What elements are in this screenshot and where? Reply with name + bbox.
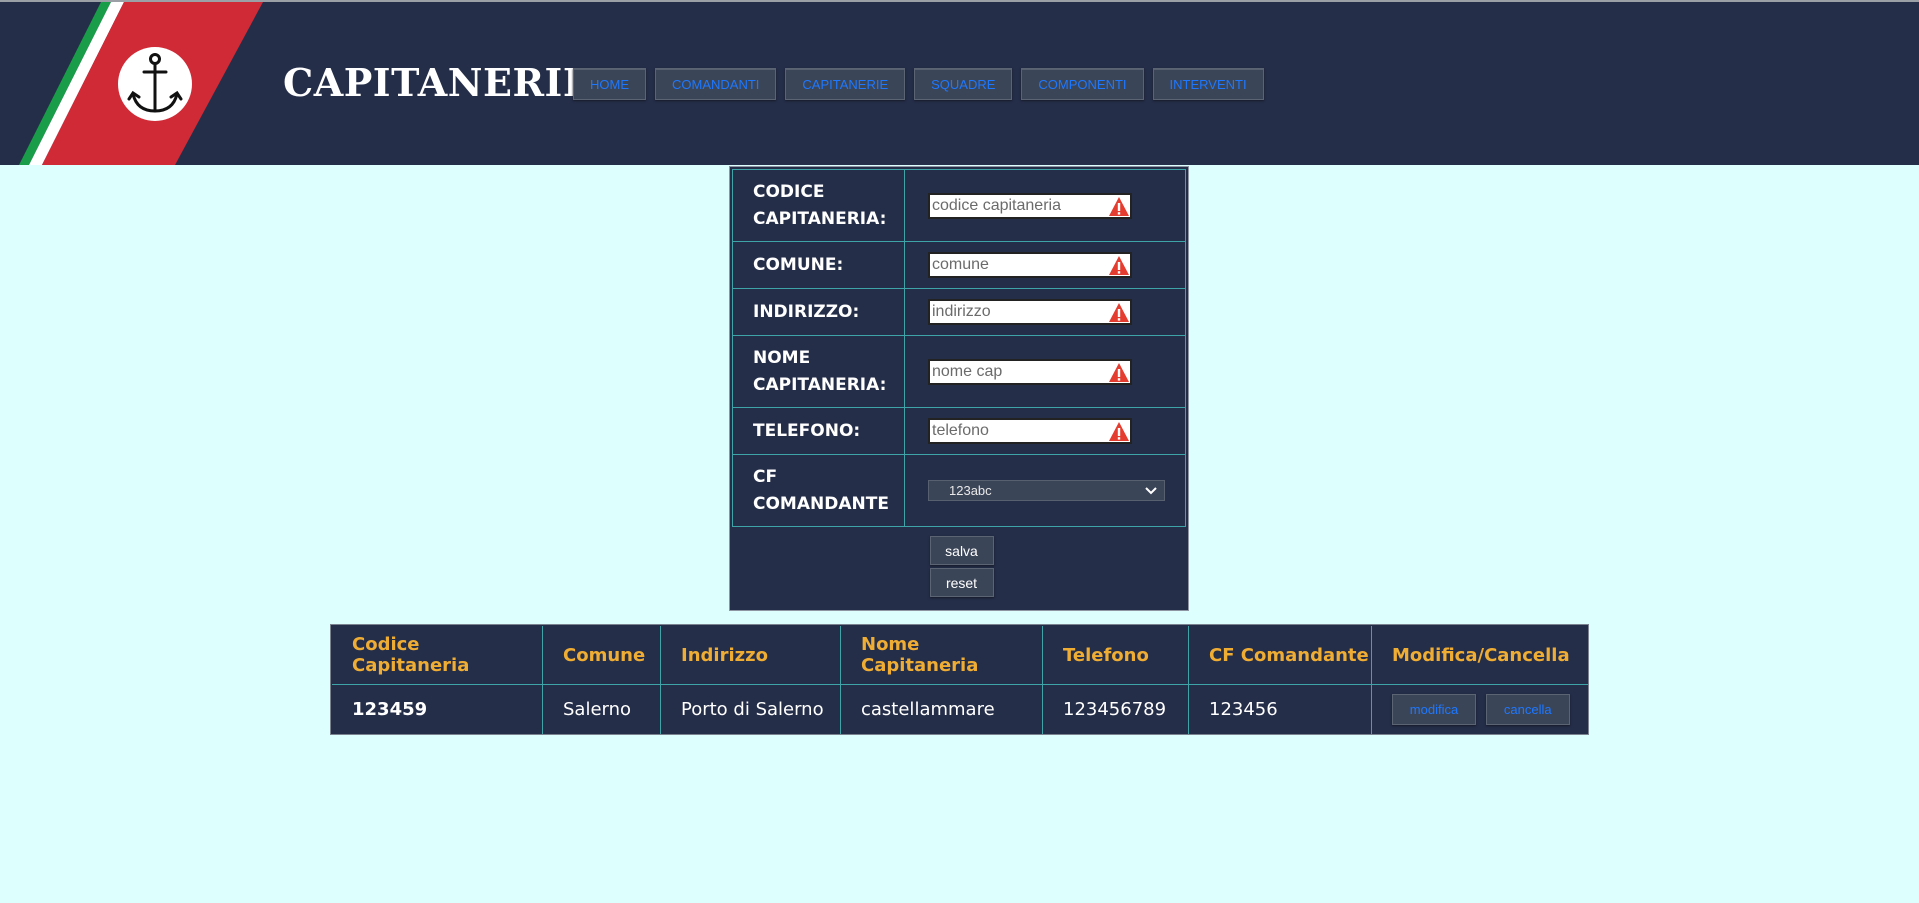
- label-indirizzo: INDIRIZZO:: [732, 288, 905, 336]
- nav-interventi[interactable]: INTERVENTI: [1152, 68, 1264, 100]
- main-nav: HOME COMANDANTI CAPITANERIE SQUADRE COMP…: [573, 68, 1264, 100]
- cell-comune: Salerno: [542, 684, 661, 734]
- reset-button[interactable]: reset: [929, 568, 994, 598]
- label-codice-capitaneria: CODICE CAPITANERIA:: [732, 169, 905, 242]
- cell-codice: 123459: [332, 684, 543, 734]
- codice-capitaneria-input[interactable]: [928, 192, 1132, 219]
- col-comune: Comune: [542, 626, 661, 685]
- nav-squadre[interactable]: SQUADRE: [914, 68, 1013, 100]
- cell-cf: 123456: [1188, 684, 1372, 734]
- warning-icon: [1109, 362, 1129, 382]
- nav-capitanerie[interactable]: CAPITANERIE: [785, 68, 906, 100]
- form-row-codice: CODICE CAPITANERIA:: [732, 169, 1186, 242]
- save-button[interactable]: salva: [929, 536, 994, 566]
- form-row-telefono: TELEFONO:: [732, 407, 1186, 455]
- label-telefono: TELEFONO:: [732, 407, 905, 455]
- cf-comandante-select[interactable]: 123abc: [928, 480, 1165, 501]
- label-nome-capitaneria: NOME CAPITANERIA:: [732, 335, 905, 408]
- nav-componenti[interactable]: COMPONENTI: [1021, 68, 1144, 100]
- form-table: CODICE CAPITANERIA: COMUNE: INDIRIZZO:: [732, 169, 1186, 607]
- warning-icon: [1109, 256, 1129, 275]
- site-title: CAPITANERIE: [283, 60, 593, 105]
- label-cf-comandante: CF COMANDANTE: [732, 454, 905, 527]
- form-row-nome: NOME CAPITANERIA:: [732, 335, 1186, 408]
- col-telefono: Telefono: [1042, 626, 1189, 685]
- capitaneria-form: CODICE CAPITANERIA: COMUNE: INDIRIZZO:: [729, 166, 1189, 611]
- cell-nome: castellammare: [840, 684, 1043, 734]
- table-row: 123459 Salerno Porto di Salerno castella…: [332, 684, 1588, 734]
- indirizzo-input[interactable]: [928, 299, 1132, 325]
- form-row-comune: COMUNE:: [732, 241, 1186, 289]
- warning-icon: [1109, 422, 1129, 441]
- site-header: CAPITANERIE HOME COMANDANTI CAPITANERIE …: [0, 2, 1919, 165]
- cell-indirizzo: Porto di Salerno: [660, 684, 841, 734]
- coast-guard-logo: [19, 2, 263, 165]
- cf-comandante-selected: 123abc: [949, 483, 992, 498]
- form-row-actions: salva reset: [733, 527, 1186, 607]
- col-codice-capitaneria: Codice Capitaneria: [332, 626, 543, 685]
- edit-button[interactable]: modifica: [1392, 694, 1476, 725]
- nav-comandanti[interactable]: COMANDANTI: [655, 68, 777, 100]
- cell-actions: modifica cancella: [1371, 684, 1588, 734]
- cell-telefono: 123456789: [1042, 684, 1189, 734]
- col-indirizzo: Indirizzo: [660, 626, 841, 685]
- capitanerie-table: Codice Capitaneria Comune Indirizzo Nome…: [332, 626, 1588, 734]
- form-row-cf: CF COMANDANTE 123abc: [732, 454, 1186, 527]
- delete-button[interactable]: cancella: [1485, 694, 1570, 725]
- col-modifica-cancella: Modifica/Cancella: [1371, 626, 1588, 685]
- warning-icon: [1109, 303, 1129, 322]
- form-row-indirizzo: INDIRIZZO:: [732, 288, 1186, 336]
- telefono-input[interactable]: [928, 418, 1132, 444]
- capitanerie-table-container: Codice Capitaneria Comune Indirizzo Nome…: [330, 624, 1589, 735]
- col-nome-capitaneria: Nome Capitaneria: [840, 626, 1043, 685]
- nav-home[interactable]: HOME: [573, 68, 646, 100]
- warning-icon: [1109, 196, 1129, 216]
- nome-capitaneria-input[interactable]: [928, 358, 1132, 385]
- comune-input[interactable]: [928, 252, 1132, 278]
- col-cf-comandante: CF Comandante: [1188, 626, 1372, 685]
- table-header-row: Codice Capitaneria Comune Indirizzo Nome…: [332, 626, 1588, 685]
- label-comune: COMUNE:: [732, 241, 905, 289]
- chevron-down-icon: [1145, 487, 1157, 495]
